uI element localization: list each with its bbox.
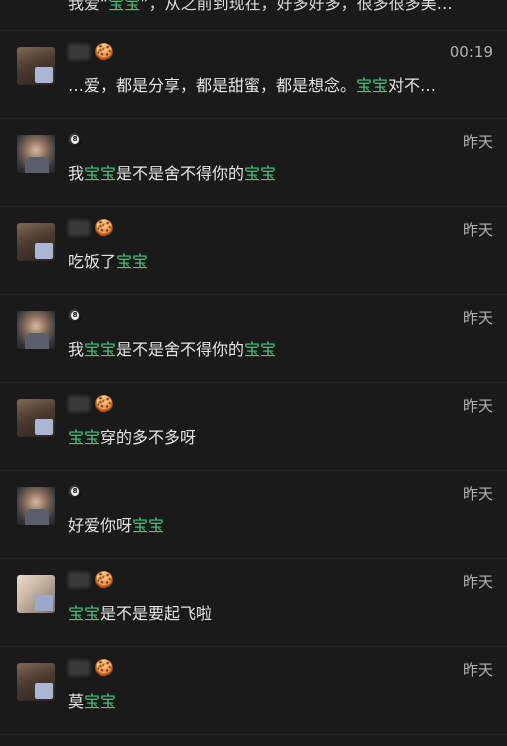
message-preview: 宝宝穿的多不多呀	[68, 424, 196, 448]
avatar[interactable]	[17, 223, 55, 261]
message-text: 我	[68, 340, 85, 359]
avatar[interactable]	[17, 663, 55, 701]
message-text: 我	[68, 164, 85, 183]
highlighted-keyword: 宝宝	[132, 516, 165, 535]
highlighted-keyword: 宝宝	[84, 692, 117, 711]
message-text: 莫	[68, 692, 85, 711]
highlighted-keyword: 宝宝	[244, 340, 277, 359]
avatar[interactable]	[17, 487, 55, 525]
highlighted-keyword: 宝宝	[84, 164, 117, 183]
message-time: 昨天	[462, 661, 493, 679]
redacted-name	[68, 44, 90, 60]
message-preview: 吃饭了宝宝	[68, 248, 148, 272]
message-preview: …爱，都是分享，都是甜蜜，都是想念。宝宝对不…	[68, 72, 436, 96]
chat-list-item[interactable]: 🍪 昨天吃饭了宝宝	[0, 207, 507, 295]
message-time: 昨天	[462, 573, 493, 591]
previous-chat-fragment[interactable]: 我爱“宝宝”，从之前到现在，好多好多，很多很多美…	[0, 0, 507, 31]
avatar[interactable]	[17, 135, 55, 173]
contact-name: 🍪	[68, 217, 114, 239]
chat-list-item[interactable]: 🍪 昨天宝宝是不是要起飞啦	[0, 559, 507, 647]
message-time: 昨天	[462, 133, 493, 151]
redacted-name	[68, 220, 90, 236]
message-text: 穿的多不多呀	[100, 428, 197, 447]
avatar[interactable]	[17, 47, 55, 85]
message-preview: 宝宝是不是要起飞啦	[68, 600, 212, 624]
eight-ball-icon	[68, 309, 82, 323]
message-text: ”，从之前到现在，好多好多，很多很多美…	[140, 0, 453, 13]
message-time: 00:19	[449, 43, 493, 61]
contact-name	[68, 129, 82, 151]
highlighted-keyword: 宝宝	[356, 76, 389, 95]
message-text: 吃饭了	[68, 252, 117, 271]
avatar[interactable]	[17, 311, 55, 349]
chat-list-item[interactable]: 昨天好爱你呀宝宝	[0, 471, 507, 559]
message-preview: 莫宝宝	[68, 688, 116, 712]
message-text: 是不是舍不得你的	[116, 164, 245, 183]
message-time: 昨天	[462, 309, 493, 327]
cookie-icon: 🍪	[94, 218, 114, 237]
eight-ball-icon	[68, 485, 82, 499]
message-time: 昨天	[462, 397, 493, 415]
redacted-name	[68, 572, 90, 588]
cookie-icon: 🍪	[94, 658, 114, 677]
contact-name	[68, 305, 82, 327]
redacted-name	[68, 660, 90, 676]
contact-name: 🍪	[68, 657, 114, 679]
previous-chat-message: 我爱“宝宝”，从之前到现在，好多好多，很多很多美…	[68, 0, 453, 14]
chat-list-item[interactable]: 🍪 昨天莫宝宝	[0, 647, 507, 735]
chat-list-item[interactable]: 🍪 00:19 …爱，都是分享，都是甜蜜，都是想念。宝宝对不…	[0, 31, 507, 119]
message-time: 昨天	[462, 221, 493, 239]
message-text: 是不是要起飞啦	[100, 604, 213, 623]
message-text: 好爱你呀	[68, 516, 133, 535]
cookie-icon: 🍪	[94, 570, 114, 589]
contact-name: 🍪	[68, 41, 114, 63]
avatar[interactable]	[17, 399, 55, 437]
contact-name: 🍪	[68, 569, 114, 591]
contact-name	[68, 481, 82, 503]
message-text: 是不是舍不得你的	[116, 340, 245, 359]
highlighted-keyword: 宝宝	[68, 604, 101, 623]
highlighted-keyword: 宝宝	[84, 340, 117, 359]
message-text: 我爱“	[68, 0, 109, 13]
message-preview: 好爱你呀宝宝	[68, 512, 164, 536]
message-time: 昨天	[462, 485, 493, 503]
message-text: …爱，都是分享，都是甜蜜，都是想念。	[68, 76, 357, 95]
message-preview: 我宝宝是不是舍不得你的宝宝	[68, 160, 276, 184]
highlighted-keyword: 宝宝	[244, 164, 277, 183]
highlighted-keyword: 宝宝	[108, 0, 141, 13]
message-preview: 我宝宝是不是舍不得你的宝宝	[68, 336, 276, 360]
cookie-icon: 🍪	[94, 42, 114, 61]
chat-list-item[interactable]: 🍪 昨天宝宝穿的多不多呀	[0, 383, 507, 471]
redacted-name	[68, 396, 90, 412]
cookie-icon: 🍪	[94, 394, 114, 413]
avatar[interactable]	[17, 575, 55, 613]
chat-list-item[interactable]: 昨天我宝宝是不是舍不得你的宝宝	[0, 295, 507, 383]
highlighted-keyword: 宝宝	[116, 252, 149, 271]
message-text: 对不…	[388, 76, 437, 95]
highlighted-keyword: 宝宝	[68, 428, 101, 447]
contact-name: 🍪	[68, 393, 114, 415]
chat-list-item[interactable]: 昨天我宝宝是不是舍不得你的宝宝	[0, 119, 507, 207]
eight-ball-icon	[68, 133, 82, 147]
